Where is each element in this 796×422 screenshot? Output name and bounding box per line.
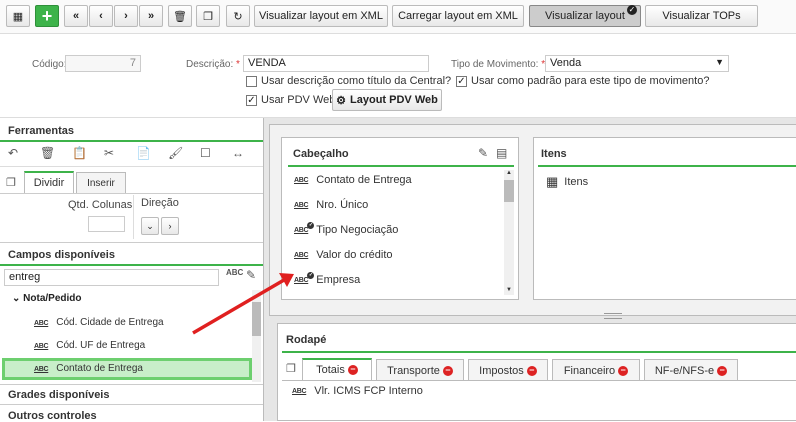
red-arrow-annotation <box>192 273 294 335</box>
